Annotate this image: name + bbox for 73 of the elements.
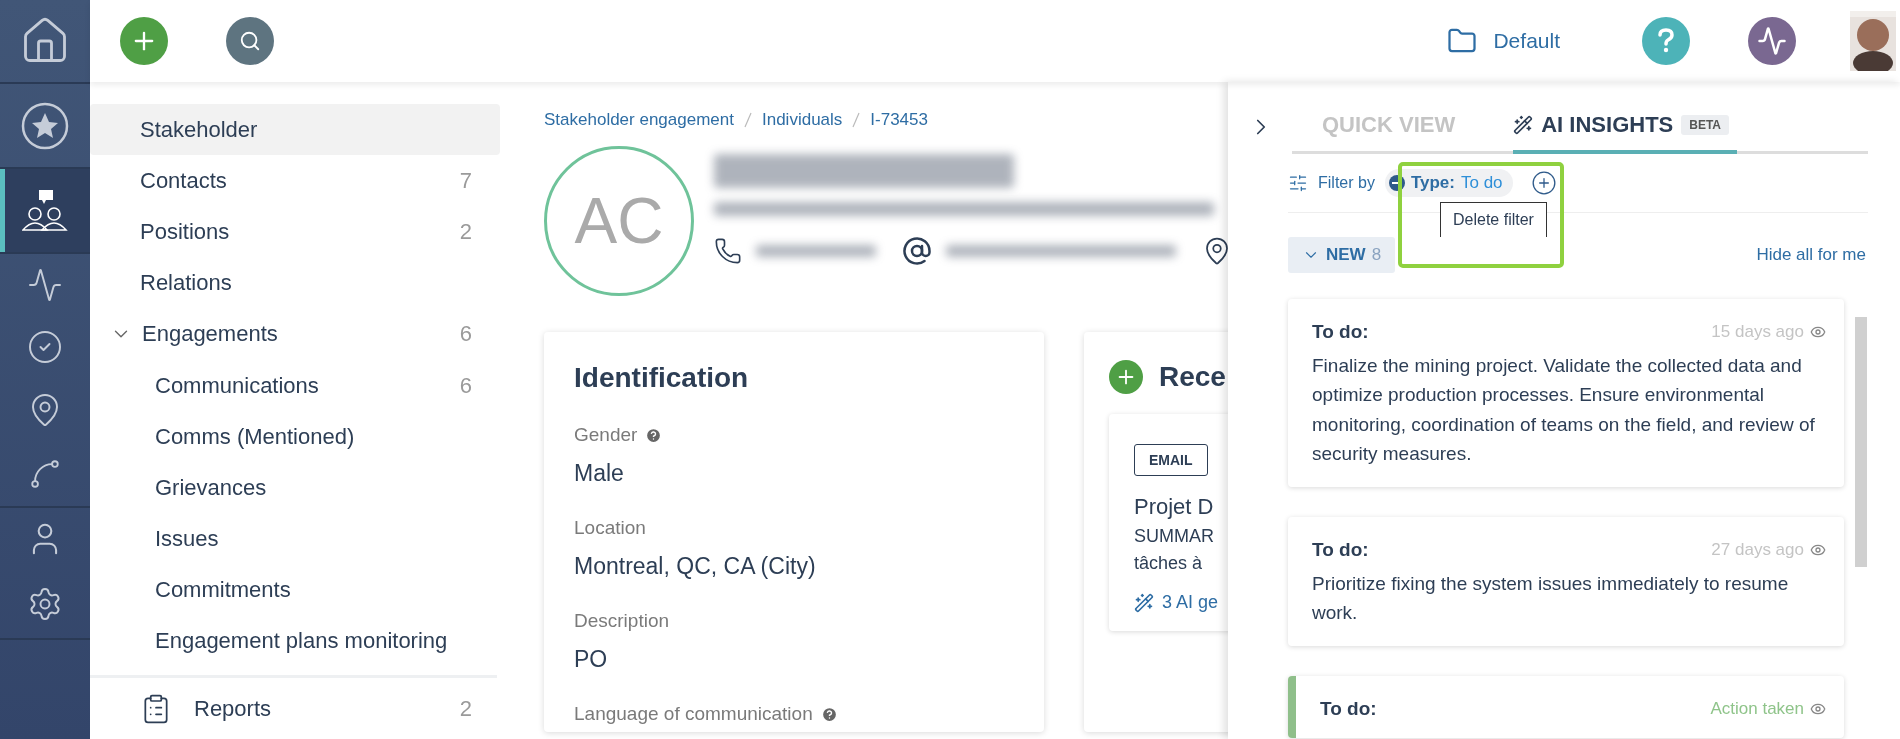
add-filter-icon	[1530, 170, 1557, 196]
ai-insights-link[interactable]: 3 AI ge	[1134, 592, 1228, 613]
pulse-icon	[27, 267, 63, 303]
wand-icon	[1134, 592, 1154, 613]
nav-item[interactable]: Reports 2	[90, 675, 497, 739]
scrollbar-thumb[interactable]	[1855, 317, 1867, 567]
people-chat-icon	[22, 189, 68, 232]
search-icon	[239, 30, 261, 52]
phone-icon	[714, 237, 742, 265]
panel-tab[interactable]: AI INSIGHTS BETA	[1513, 100, 1738, 154]
field-value: Male	[574, 460, 625, 487]
card-title: Identification	[574, 362, 750, 394]
breadcrumb-separator	[744, 112, 752, 128]
insight-card[interactable]: To do: 27 days ago Prioritize fixing the system issues immediately to resume work.	[1288, 516, 1844, 646]
nav-item[interactable]: Comms (Mentioned)	[90, 411, 500, 463]
filter-icon	[1288, 173, 1308, 193]
pulse-icon	[1757, 26, 1787, 56]
breadcrumb-link[interactable]: I-73453	[870, 110, 928, 130]
at-icon	[902, 236, 932, 266]
insight-type: To do:	[1312, 321, 1369, 343]
add-button[interactable]	[120, 17, 168, 65]
breadcrumb-link[interactable]: Individuals	[762, 110, 843, 130]
nav-item[interactable]: Grievances	[90, 462, 500, 514]
field-label: Gender	[574, 424, 638, 446]
check-circle-icon	[27, 329, 63, 365]
field-label: Description	[574, 610, 670, 632]
search-button[interactable]	[226, 17, 274, 65]
workspace-link[interactable]: Default	[1447, 26, 1560, 56]
insight-card[interactable]: To do: Action taken	[1288, 675, 1844, 738]
field-label: Language of communication	[574, 703, 813, 725]
wand-icon	[1513, 115, 1534, 135]
nav-item[interactable]: Stakeholder	[90, 104, 500, 156]
help-icon	[645, 426, 663, 444]
card-title: Rece	[1159, 361, 1226, 393]
insight-time: 27 days ago	[1711, 539, 1804, 560]
communication-summary: tâches à	[1134, 553, 1204, 574]
insight-time: 15 days ago	[1711, 322, 1804, 342]
nav-item[interactable]: Commitments	[90, 564, 500, 616]
nav-item[interactable]: Issues	[90, 513, 500, 565]
tooltip: Delete filter	[1440, 202, 1547, 237]
nav-item[interactable]: Relations	[90, 257, 500, 309]
breadcrumb-link[interactable]: Stakeholder engagement	[544, 110, 734, 130]
type-tag: EMAIL	[1134, 444, 1208, 476]
insight-text: Prioritize fixing the system issues immediately to resume work.	[1312, 571, 1790, 626]
eye-icon	[1810, 324, 1826, 340]
communication-card[interactable]: EMAIL Projet D SUMMAR tâches à 3 AI ge	[1109, 414, 1228, 631]
line-chart-icon	[28, 457, 62, 491]
group-toggle[interactable]: NEW 8	[1288, 237, 1396, 273]
nav-item[interactable]: Contacts 7	[90, 155, 500, 207]
insight-type: To do:	[1312, 538, 1369, 561]
help-icon	[820, 705, 838, 723]
insight-text: Finalize the mining project. Validate the collected data and optimize production processes. Ensure environmental monitoring, coordination of teams on the field, and review of security measures.	[1312, 354, 1816, 467]
field-value: PO	[574, 646, 609, 673]
nav-item[interactable]: Engagement plans monitoring	[90, 615, 500, 668]
field-label: Location	[574, 517, 646, 539]
filter-label: Filter by	[1318, 174, 1375, 192]
nav-item[interactable]: Positions 2	[90, 206, 500, 258]
filter-chip[interactable]: Type: To do	[1384, 169, 1513, 197]
communication-title: Projet D	[1134, 494, 1215, 520]
nav-item[interactable]: Engagements 6	[90, 308, 500, 360]
breadcrumb-separator	[852, 112, 861, 128]
nav-item[interactable]: Communications 6	[90, 359, 500, 412]
activity-button[interactable]	[1748, 17, 1796, 65]
field-value: Montreal, QC, CA (City)	[574, 553, 817, 580]
insight-type: To do:	[1320, 697, 1377, 720]
add-button[interactable]	[1109, 360, 1143, 394]
communication-summary: SUMMAR	[1134, 526, 1215, 547]
hide-all-link[interactable]: Hide all for me	[1756, 245, 1866, 265]
initials-avatar: AC	[544, 146, 694, 296]
question-icon	[1657, 28, 1675, 54]
rail-item[interactable]	[0, 169, 90, 254]
insight-time: Action taken	[1710, 698, 1804, 719]
beta-badge: BETA	[1681, 115, 1730, 135]
